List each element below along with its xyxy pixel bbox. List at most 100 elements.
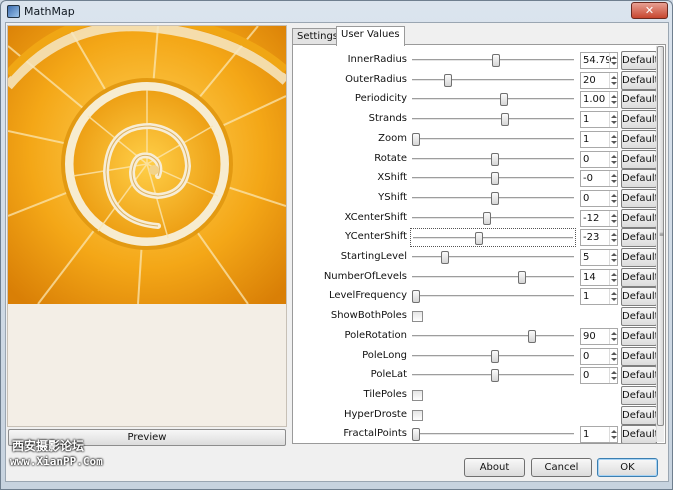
param-value-spinbox[interactable]: 1 [580, 111, 618, 129]
spin-up-icon[interactable] [611, 174, 617, 178]
spin-down-icon[interactable] [611, 259, 617, 262]
spin-arrows[interactable] [609, 190, 617, 206]
spin-down-icon[interactable] [611, 239, 617, 243]
default-button[interactable]: Default [621, 129, 659, 149]
spin-arrows[interactable] [609, 72, 617, 88]
param-value-spinbox[interactable]: 14 [580, 268, 618, 286]
param-slider[interactable] [410, 425, 576, 443]
param-value-spinbox[interactable]: 20 [580, 71, 618, 89]
default-button[interactable]: Default [621, 90, 659, 110]
param-value-spinbox[interactable]: 90 [580, 327, 618, 345]
spin-arrows[interactable] [609, 368, 617, 384]
spin-up-icon[interactable] [611, 213, 617, 217]
spin-up-icon[interactable] [611, 371, 617, 375]
spin-down-icon[interactable] [611, 180, 617, 184]
default-button[interactable]: Default [621, 267, 659, 287]
param-slider[interactable] [410, 366, 576, 385]
spin-arrows[interactable] [609, 53, 617, 68]
param-slider[interactable] [410, 189, 576, 208]
spin-arrows[interactable] [609, 250, 617, 265]
slider-thumb[interactable] [441, 251, 450, 264]
default-button[interactable]: Default [621, 169, 659, 189]
param-slider[interactable] [410, 169, 576, 188]
spin-up-icon[interactable] [611, 292, 617, 296]
spin-arrows[interactable] [609, 230, 617, 246]
spin-arrows[interactable] [609, 289, 617, 305]
slider-thumb[interactable] [492, 54, 501, 67]
spin-down-icon[interactable] [611, 81, 617, 85]
param-value-spinbox[interactable]: 1 [580, 426, 618, 443]
slider-thumb[interactable] [527, 329, 536, 343]
param-slider[interactable] [410, 150, 576, 169]
spin-up-icon[interactable] [611, 331, 617, 335]
tab-user-values[interactable]: User Values [336, 26, 405, 46]
param-value-spinbox[interactable]: 1.00 [580, 91, 618, 109]
param-value-spinbox[interactable]: 0 [580, 347, 618, 365]
title-bar[interactable]: MathMap ✕ [1, 1, 672, 22]
default-button[interactable]: Default [621, 208, 659, 228]
spin-arrows[interactable] [609, 112, 617, 128]
param-slider[interactable] [410, 130, 576, 149]
spin-arrows[interactable] [609, 92, 617, 108]
default-button[interactable]: Default [621, 346, 659, 366]
param-checkbox[interactable] [412, 311, 423, 323]
spin-down-icon[interactable] [611, 278, 617, 282]
slider-thumb[interactable] [490, 172, 499, 186]
param-value-spinbox[interactable]: 1 [580, 288, 618, 306]
param-value-spinbox[interactable]: 0 [580, 189, 618, 207]
spin-arrows[interactable] [609, 427, 617, 443]
spin-arrows[interactable] [609, 171, 617, 187]
param-slider[interactable] [410, 248, 576, 267]
spin-arrows[interactable] [609, 210, 617, 226]
param-slider[interactable] [410, 347, 576, 366]
default-button[interactable]: Default [621, 366, 659, 386]
param-checkbox[interactable] [412, 389, 423, 401]
param-slider[interactable] [410, 51, 576, 70]
cancel-button[interactable]: Cancel [531, 458, 592, 477]
default-button[interactable]: Default [621, 287, 659, 307]
default-button[interactable]: Default [621, 248, 659, 267]
spin-down-icon[interactable] [611, 62, 617, 65]
param-slider[interactable] [410, 209, 576, 228]
spin-down-icon[interactable] [611, 377, 617, 381]
param-slider[interactable] [410, 287, 576, 306]
param-value-spinbox[interactable]: 1 [580, 130, 618, 148]
spin-down-icon[interactable] [611, 121, 617, 125]
about-button[interactable]: About [464, 458, 525, 477]
param-value-spinbox[interactable]: 54.79 [580, 52, 618, 69]
param-slider[interactable] [410, 268, 576, 287]
param-value-spinbox[interactable]: 0 [580, 367, 618, 385]
spin-up-icon[interactable] [611, 115, 617, 119]
ok-button[interactable]: OK [597, 458, 658, 477]
spin-up-icon[interactable] [611, 233, 617, 237]
param-value-spinbox[interactable]: -12 [580, 209, 618, 227]
slider-thumb[interactable] [444, 73, 453, 87]
spin-arrows[interactable] [609, 269, 617, 285]
default-button[interactable]: Default [621, 425, 659, 443]
param-value-spinbox[interactable]: -0 [580, 170, 618, 188]
slider-thumb[interactable] [490, 349, 499, 363]
spin-up-icon[interactable] [611, 95, 617, 99]
spin-arrows[interactable] [609, 348, 617, 364]
param-value-spinbox[interactable]: -23 [580, 229, 618, 247]
default-button[interactable]: Default [621, 51, 659, 70]
spin-up-icon[interactable] [611, 272, 617, 276]
spin-arrows[interactable] [609, 151, 617, 167]
spin-up-icon[interactable] [611, 56, 617, 59]
spin-up-icon[interactable] [611, 154, 617, 158]
spin-up-icon[interactable] [611, 430, 617, 434]
close-button[interactable]: ✕ [631, 2, 668, 19]
slider-thumb[interactable] [518, 270, 527, 284]
default-button[interactable]: Default [621, 405, 659, 425]
scrollbar-thumb[interactable]: ≡ [657, 46, 664, 426]
spin-down-icon[interactable] [611, 160, 617, 164]
spin-down-icon[interactable] [611, 219, 617, 223]
slider-thumb[interactable] [412, 428, 420, 442]
spin-down-icon[interactable] [611, 337, 617, 341]
spin-arrows[interactable] [609, 131, 617, 147]
slider-thumb[interactable] [412, 132, 420, 146]
spin-up-icon[interactable] [611, 351, 617, 355]
spin-down-icon[interactable] [611, 357, 617, 361]
slider-thumb[interactable] [474, 232, 483, 246]
default-button[interactable]: Default [621, 70, 659, 90]
